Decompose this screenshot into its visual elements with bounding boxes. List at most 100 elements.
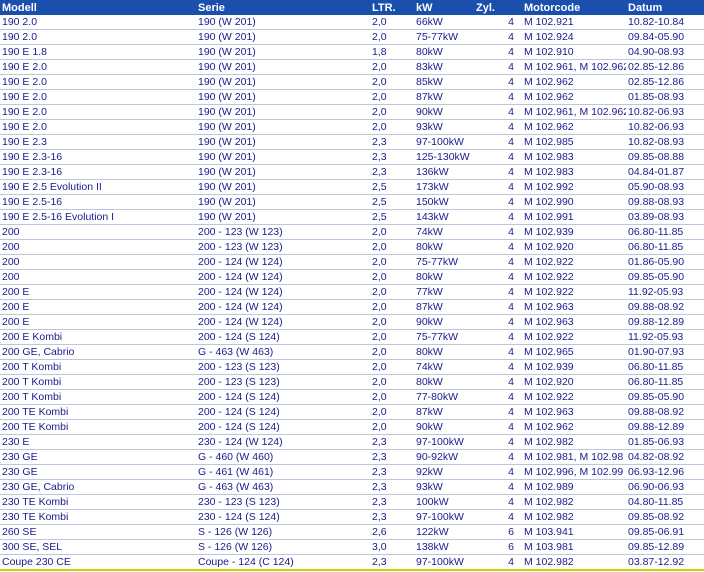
cell-datum: 09.85-08.92 [626,509,704,525]
cell-kw: 97-100kW [414,434,474,450]
cell-kw: 80kW [414,344,474,360]
table-row[interactable]: 200 GE, Cabrio G - 463 (W 463) 2,0 80kW 4 M 1… [0,344,704,360]
cell-motorcode: M 102.965 [522,344,626,360]
cell-zyl: 4 [474,329,522,345]
cell-modell: 200 [0,254,196,270]
table-row[interactable]: 200 E 200 - 124 (W 124) 2,0 90kW 4 M 102.963 0… [0,314,704,330]
table-row[interactable]: 300 SE, SEL S - 126 (W 126) 3,0 138kW 6 M 103… [0,539,704,555]
cell-motorcode: M 102.983 [522,164,626,180]
table-row[interactable]: 230 E 230 - 124 (W 124) 2,3 97-100kW 4 M 102.… [0,434,704,450]
header-modell[interactable]: Modell [0,0,196,15]
cell-ltr: 2,3 [370,554,414,571]
header-kw[interactable]: kW [414,0,474,15]
table-row[interactable]: 260 SE S - 126 (W 126) 2,6 122kW 6 M 103.941 0… [0,524,704,540]
header-motorcode[interactable]: Motorcode [522,0,626,15]
cell-kw: 66kW [414,15,474,30]
cell-modell: 300 SE, SEL [0,539,196,555]
table-row[interactable]: 230 TE Kombi 230 - 124 (S 124) 2,3 97-100kW… [0,509,704,525]
cell-datum: 06.80-11.85 [626,374,704,390]
engine-table: Modell Serie LTR. kW Zyl. Motorcode Datu… [0,0,704,571]
table-row[interactable]: 200 T Kombi 200 - 124 (S 124) 2,0 77-80kW 4 M… [0,389,704,405]
cell-kw: 90kW [414,314,474,330]
table-row[interactable]: 190 E 1.8 190 (W 201) 1,8 80kW 4 M 102.910 04.… [0,44,704,60]
cell-serie: 200 - 123 (W 123) [196,224,370,240]
table-row[interactable]: 230 TE Kombi 230 - 123 (S 123) 2,3 100kW 4 M … [0,494,704,510]
cell-datum: 04.84-01.87 [626,164,704,180]
cell-modell: 230 TE Kombi [0,494,196,510]
table-header: Modell Serie LTR. kW Zyl. Motorcode Datu… [0,0,704,15]
header-ltr[interactable]: LTR. [370,0,414,15]
table-row[interactable]: 190 E 2.0 190 (W 201) 2,0 87kW 4 M 102.962 01.… [0,89,704,105]
header-zyl[interactable]: Zyl. [474,0,522,15]
cell-motorcode: M 102.989 [522,479,626,495]
cell-datum: 11.92-05.93 [626,329,704,345]
cell-motorcode: M 102.922 [522,254,626,270]
cell-datum: 09.88-12.89 [626,314,704,330]
table-row[interactable]: 200 T Kombi 200 - 123 (S 123) 2,0 74kW 4 M 10… [0,359,704,375]
table-row[interactable]: 200 200 - 123 (W 123) 2,0 80kW 4 M 102.920 06.… [0,239,704,255]
cell-kw: 93kW [414,479,474,495]
table-row[interactable]: 200 200 - 123 (W 123) 2,0 74kW 4 M 102.939 06.… [0,224,704,240]
table-row[interactable]: 190 2.0 190 (W 201) 2,0 75-77kW 4 M 102.924 09… [0,29,704,45]
cell-zyl: 4 [474,44,522,60]
table-row[interactable]: 200 E Kombi 200 - 124 (S 124) 2,0 75-77kW 4 M… [0,329,704,345]
cell-modell: 200 T Kombi [0,389,196,405]
cell-motorcode: M 102.921 [522,15,626,30]
cell-serie: 200 - 123 (S 123) [196,374,370,390]
cell-datum: 02.85-12.86 [626,59,704,75]
table-row[interactable]: 230 GE G - 461 (W 461) 2,3 92kW 4 M 102.996, … [0,464,704,480]
table-row[interactable]: 200 T Kombi 200 - 123 (S 123) 2,0 80kW 4 M 10… [0,374,704,390]
table-row[interactable]: 190 E 2.5-16 Evolution I 190 (W 201) 2,5 14… [0,209,704,225]
cell-datum: 06.80-11.85 [626,224,704,240]
table-row[interactable]: 190 E 2.3 190 (W 201) 2,3 97-100kW 4 M 102.98… [0,134,704,150]
table-row[interactable]: 190 E 2.0 190 (W 201) 2,0 83kW 4 M 102.961, M… [0,59,704,75]
table-row[interactable]: 190 E 2.0 190 (W 201) 2,0 85kW 4 M 102.962 02.… [0,74,704,90]
cell-zyl: 4 [474,509,522,525]
table-row[interactable]: 190 E 2.3-16 190 (W 201) 2,3 136kW 4 M 102.98… [0,164,704,180]
cell-ltr: 2,0 [370,269,414,285]
table-row[interactable]: 200 200 - 124 (W 124) 2,0 75-77kW 4 M 102.922… [0,254,704,270]
cell-datum: 06.93-12.96 [626,464,704,480]
cell-serie: 230 - 124 (S 124) [196,509,370,525]
cell-ltr: 2,0 [370,239,414,255]
table-body: 190 2.0 190 (W 201) 2,0 66kW 4 M 102.921 10.82… [0,15,704,571]
table-row[interactable]: 190 E 2.5 Evolution II 190 (W 201) 2,5 173k… [0,179,704,195]
cell-ltr: 2,0 [370,59,414,75]
cell-datum: 09.88-08.92 [626,299,704,315]
header-serie[interactable]: Serie [196,0,370,15]
table-row[interactable]: 190 E 2.3-16 190 (W 201) 2,3 125-130kW 4 M 10… [0,149,704,165]
table-row[interactable]: 190 E 2.0 190 (W 201) 2,0 93kW 4 M 102.962 10.… [0,119,704,135]
table-row[interactable]: 200 E 200 - 124 (W 124) 2,0 77kW 4 M 102.922 1… [0,284,704,300]
cell-zyl: 4 [474,389,522,405]
table-row[interactable]: 200 TE Kombi 200 - 124 (S 124) 2,0 90kW 4 M 1… [0,419,704,435]
header-datum[interactable]: Datum [626,0,704,15]
cell-kw: 90kW [414,419,474,435]
cell-motorcode: M 102.922 [522,269,626,285]
cell-datum: 10.82-08.93 [626,134,704,150]
cell-motorcode: M 102.962 [522,119,626,135]
cell-motorcode: M 102.982 [522,509,626,525]
table-row[interactable]: 190 E 2.5-16 190 (W 201) 2,5 150kW 4 M 102.99… [0,194,704,210]
table-row[interactable]: 230 GE, Cabrio G - 463 (W 463) 2,3 93kW 4 M 1… [0,479,704,495]
table-row[interactable]: 230 GE G - 460 (W 460) 2,3 90-92kW 4 M 102.98… [0,449,704,465]
cell-modell: 230 E [0,434,196,450]
table-row[interactable]: 200 E 200 - 124 (W 124) 2,0 87kW 4 M 102.963 0… [0,299,704,315]
table-row[interactable]: 190 E 2.0 190 (W 201) 2,0 90kW 4 M 102.961, M… [0,104,704,120]
cell-ltr: 2,6 [370,524,414,540]
cell-modell: 200 T Kombi [0,374,196,390]
table-row[interactable]: Coupe 230 CE Coupe - 124 (C 124) 2,3 97-100… [0,554,704,571]
cell-ltr: 2,0 [370,389,414,405]
cell-ltr: 1,8 [370,44,414,60]
cell-serie: 230 - 123 (S 123) [196,494,370,510]
cell-serie: 190 (W 201) [196,134,370,150]
cell-modell: 190 E 2.5 Evolution II [0,179,196,195]
table-row[interactable]: 200 200 - 124 (W 124) 2,0 80kW 4 M 102.922 09.… [0,269,704,285]
cell-kw: 90kW [414,104,474,120]
cell-serie: 200 - 124 (W 124) [196,269,370,285]
cell-motorcode: M 102.961, M 102.962 [522,59,626,75]
table-row[interactable]: 190 2.0 190 (W 201) 2,0 66kW 4 M 102.921 10.82… [0,15,704,30]
cell-zyl: 4 [474,29,522,45]
cell-modell: 190 E 2.5-16 [0,194,196,210]
cell-modell: 190 E 2.0 [0,104,196,120]
table-row[interactable]: 200 TE Kombi 200 - 124 (S 124) 2,0 87kW 4 M 1… [0,404,704,420]
